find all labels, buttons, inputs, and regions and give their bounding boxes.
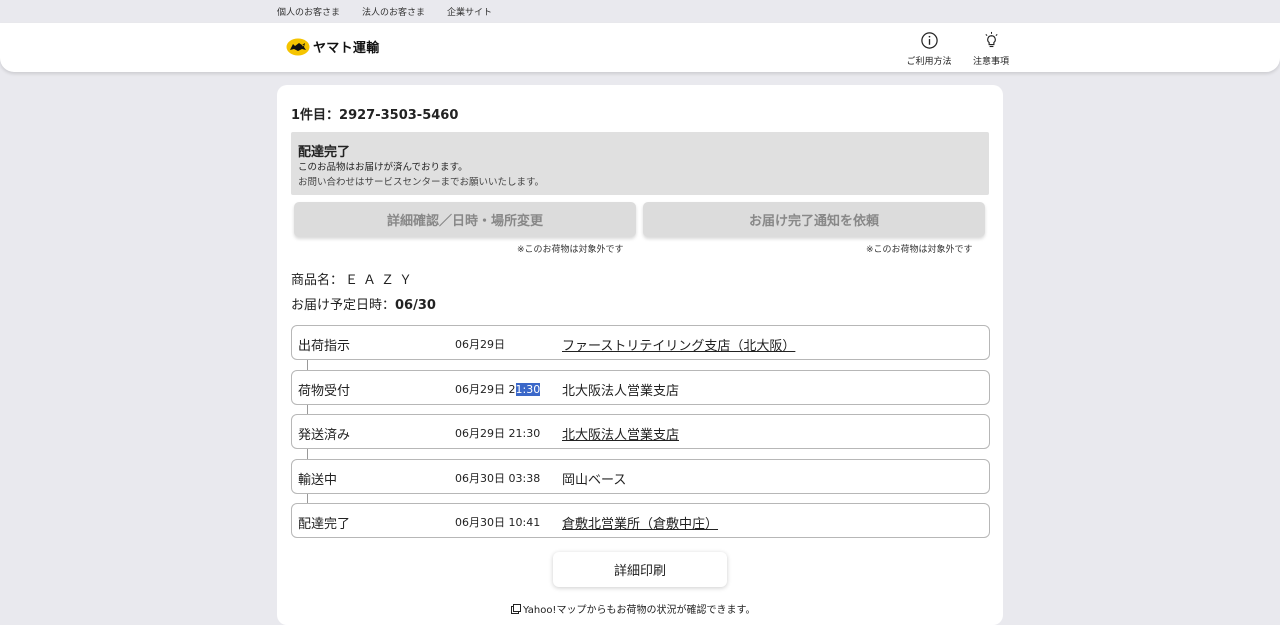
timeline-datetime: 06月29日 — [455, 336, 505, 352]
timeline-status: 荷物受付 — [298, 384, 351, 399]
status-contact-message: お問い合わせはサービスセンターまでお願いいたします。 — [298, 177, 545, 188]
link-personal-customers[interactable]: 個人のお客さま — [277, 5, 340, 18]
product-label: 商品名： — [291, 273, 344, 288]
eta-label: お届け予定日時： — [291, 298, 396, 313]
timeline-time: 21:30 — [508, 427, 541, 440]
timeline-row: 配達完了 06月30日 10:41 倉敷北営業所（倉敷中庄） — [291, 503, 990, 538]
timeline-datetime: 06月29日 21:30 — [455, 381, 541, 397]
lightbulb-icon — [984, 31, 998, 48]
logo-text: ヤマト運輸 — [313, 41, 380, 56]
timeline-location-link[interactable]: 北大阪法人営業支店 — [562, 424, 679, 443]
timeline-time: 10:41 — [508, 516, 541, 529]
timeline-datetime: 06月29日 21:30 — [455, 425, 540, 441]
yahoo-map-link[interactable]: Yahoo!マップからもお荷物の状況が確認できます。 — [511, 601, 755, 616]
not-applicable-note: ※このお荷物は対象外です — [866, 245, 973, 255]
top-nav-bar: 個人のお客さま 法人のお客さま 企業サイト — [0, 0, 1280, 23]
top-nav-links: 個人のお客さま 法人のお客さま 企業サイト — [277, 0, 492, 23]
timeline-status: 出荷指示 — [298, 339, 351, 354]
timeline-location: 北大阪法人営業支店 — [562, 384, 680, 399]
timeline-row: 輸送中 06月30日 03:38 岡山ベース — [291, 459, 990, 494]
timeline-date: 06月30日 — [455, 516, 505, 529]
black-cat-logo-icon — [286, 38, 310, 55]
timeline-location-link[interactable]: ファーストリテイリング支店（北大阪） — [562, 335, 795, 354]
timeline-time: 03:38 — [508, 472, 541, 485]
timeline-row: 発送済み 06月29日 21:30 北大阪法人営業支店 — [291, 414, 990, 449]
info-icon — [920, 32, 938, 49]
print-details-button[interactable]: 詳細印刷 — [553, 552, 727, 587]
notes-button[interactable]: 注意事項 — [966, 31, 1016, 67]
timeline-location-link[interactable]: 倉敷北営業所（倉敷中庄） — [562, 513, 718, 532]
timeline-status: 配達完了 — [298, 517, 351, 532]
header-icons: ご利用方法 注意事項 — [904, 31, 1016, 67]
status-message: このお品物はお届けが済んでおります。 — [298, 162, 468, 173]
timeline-row: 出荷指示 06月29日 ファーストリテイリング支店（北大阪） — [291, 325, 990, 360]
timeline-location: 岡山ベース — [562, 473, 627, 488]
external-window-icon — [511, 603, 521, 614]
site-header: ヤマト運輸 ご利用方法 注意事項 — [0, 23, 1280, 72]
timeline-date: 06月29日 — [455, 338, 505, 351]
link-corporate-site[interactable]: 企業サイト — [447, 5, 492, 18]
product-value: ＥＡＺＹ — [345, 273, 418, 288]
timeline-date: 06月30日 — [455, 472, 505, 485]
package-number: 1件目：2927-3503-5460 — [291, 108, 459, 123]
usage-guide-button[interactable]: ご利用方法 — [904, 31, 954, 67]
yahoo-map-text: Yahoo!マップからもお荷物の状況が確認できます。 — [523, 605, 756, 616]
timeline-row: 荷物受付 06月29日 21:30 北大阪法人営業支店 — [291, 370, 990, 405]
change-delivery-button[interactable]: 詳細確認／日時・場所変更 — [294, 202, 636, 237]
scheduled-delivery: お届け予定日時：06/30 — [291, 294, 436, 313]
timeline-datetime: 06月30日 03:38 — [455, 470, 540, 486]
notes-label: 注意事項 — [972, 57, 1009, 67]
yamato-logo[interactable]: ヤマト運輸 — [286, 37, 380, 56]
timeline-status: 輸送中 — [298, 473, 338, 488]
link-corporate-customers[interactable]: 法人のお客さま — [362, 5, 425, 18]
product-name: 商品名： ＥＡＺＹ — [291, 269, 417, 288]
timeline-datetime: 06月30日 10:41 — [455, 514, 540, 530]
status-title: 配達完了 — [298, 145, 351, 160]
timeline-date: 06月29日 — [455, 383, 505, 396]
timeline-time-prefix: 2 — [508, 383, 516, 396]
tracking-result-card: 1件目：2927-3503-5460 配達完了 このお品物はお届けが済んでおりま… — [277, 85, 1003, 625]
eta-value: 06/30 — [395, 298, 436, 313]
usage-guide-label: ご利用方法 — [906, 57, 952, 67]
timeline-status: 発送済み — [298, 428, 351, 443]
timeline-time-selected: 1:30 — [515, 383, 541, 396]
request-completion-notice-button[interactable]: お届け完了通知を依頼 — [643, 202, 985, 237]
not-applicable-note: ※このお荷物は対象外です — [517, 245, 624, 255]
timeline-date: 06月29日 — [455, 427, 505, 440]
delivery-status-box: 配達完了 このお品物はお届けが済んでおります。 お問い合わせはサービスセンターま… — [291, 132, 989, 195]
